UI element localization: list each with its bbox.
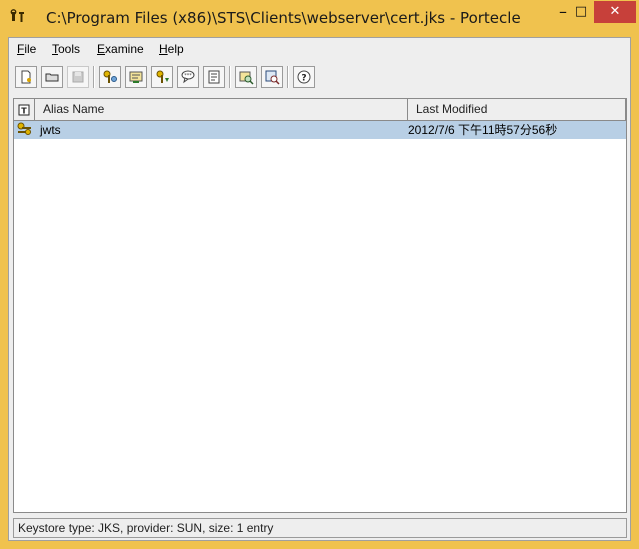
keystore-app-icon[interactable] <box>10 9 28 27</box>
examine-ssl-certificate-icon <box>264 69 280 85</box>
table-row[interactable]: jwts 2012/7/6 下午11時57分56秒 <box>14 121 626 139</box>
menu-examine-mnemonic: E <box>97 42 106 56</box>
svg-text:?: ? <box>301 74 306 84</box>
toolbar-separator <box>93 66 95 88</box>
client-area: File Tools Examine Help *** ? T Alias Na… <box>8 37 631 541</box>
examine-ssl-certificate-button[interactable] <box>261 66 283 88</box>
menu-tools[interactable]: Tools <box>52 42 80 56</box>
help-button[interactable]: ? <box>293 66 315 88</box>
toolbar-separator <box>229 66 231 88</box>
alias-cell: jwts <box>40 123 61 137</box>
alias-name-column-header[interactable]: Alias Name <box>35 99 408 121</box>
save-keystore-button[interactable] <box>67 66 89 88</box>
open-keystore-icon <box>45 70 59 84</box>
import-key-pair-button[interactable] <box>151 66 173 88</box>
table-header: T Alias Name Last Modified <box>14 99 626 121</box>
import-key-pair-icon <box>154 69 170 85</box>
generate-key-pair-icon <box>102 69 118 85</box>
new-keystore-icon <box>19 70 33 84</box>
examine-certificate-icon <box>238 69 254 85</box>
keystore-report-button[interactable] <box>203 66 225 88</box>
import-trusted-certificate-icon <box>128 69 144 85</box>
import-trusted-certificate-button[interactable] <box>125 66 147 88</box>
svg-text:T: T <box>21 107 27 116</box>
menu-help[interactable]: Help <box>159 42 184 56</box>
key-pair-entry-icon <box>17 122 33 140</box>
menu-examine-label: xamine <box>105 42 144 56</box>
examine-certificate-button[interactable] <box>235 66 257 88</box>
entry-type-column-header[interactable]: T <box>14 99 35 121</box>
help-icon: ? <box>297 70 311 84</box>
keystore-report-icon <box>206 69 222 85</box>
entry-type-column-icon: T <box>18 104 30 119</box>
set-keystore-password-button[interactable]: *** <box>177 66 199 88</box>
menu-bar: File Tools Examine Help <box>9 38 630 60</box>
menu-help-mnemonic: H <box>159 42 168 56</box>
menu-file-label: ile <box>24 42 37 56</box>
generate-key-pair-button[interactable] <box>99 66 121 88</box>
window-title: C:\Program Files (x86)\STS\Clients\webse… <box>46 9 521 27</box>
set-keystore-password-icon: *** <box>180 69 196 85</box>
title-bar[interactable]: C:\Program Files (x86)\STS\Clients\webse… <box>0 0 639 37</box>
menu-examine[interactable]: Examine <box>97 42 144 56</box>
last-modified-column-header[interactable]: Last Modified <box>408 99 626 121</box>
toolbar-separator <box>287 66 289 88</box>
maximize-button[interactable]: □ <box>568 1 594 23</box>
save-keystore-icon <box>71 70 85 84</box>
last-modified-cell: 2012/7/6 下午11時57分56秒 <box>408 123 558 137</box>
menu-file[interactable]: File <box>17 42 36 56</box>
toolbar: *** ? <box>9 63 630 97</box>
keystore-entries-table[interactable]: T Alias Name Last Modified jwts 2012/7/6… <box>13 98 627 513</box>
svg-text:***: *** <box>184 73 192 79</box>
close-button[interactable]: ✕ <box>594 1 636 23</box>
status-text: Keystore type: JKS, provider: SUN, size:… <box>18 521 274 535</box>
menu-tools-label: ools <box>58 42 81 56</box>
status-bar: Keystore type: JKS, provider: SUN, size:… <box>13 518 627 538</box>
portecle-window: C:\Program Files (x86)\STS\Clients\webse… <box>0 0 639 549</box>
open-keystore-button[interactable] <box>41 66 63 88</box>
new-keystore-button[interactable] <box>15 66 37 88</box>
menu-help-label: elp <box>167 42 184 56</box>
